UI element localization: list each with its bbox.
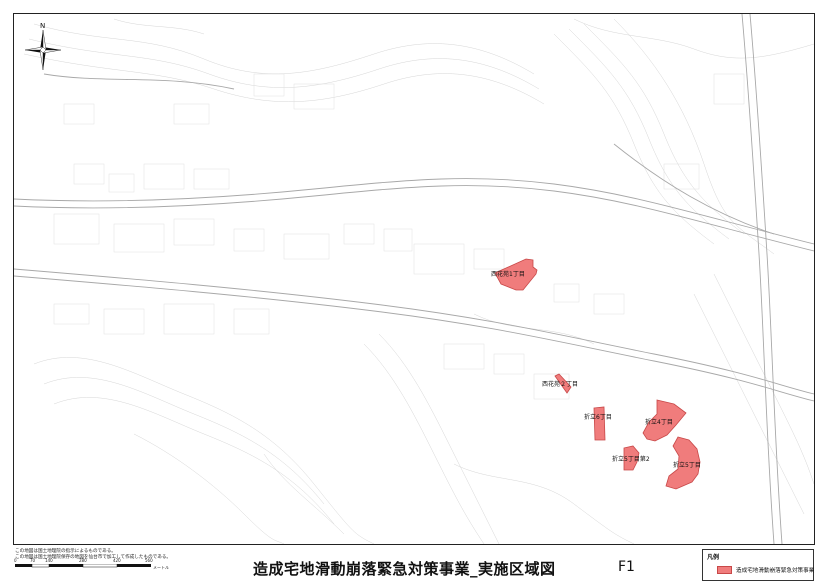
map-note: この地図は国土地理院の指示によるものである。 [15, 549, 116, 554]
scale-tick: 140 [45, 558, 53, 563]
map-footer: この地図は国土地理院の指示によるものである。 この地図は国土地理院保存の地図を仙… [13, 545, 815, 583]
scale-tick: 420 [113, 558, 121, 563]
legend-swatch [717, 566, 732, 574]
area-label: 折立5丁目第2 [612, 456, 650, 463]
scale-tick: 560 [145, 558, 153, 563]
area-label: 西花苑２丁目 [542, 381, 579, 388]
main-road [14, 268, 814, 395]
scale-tick: 70 [30, 558, 36, 563]
area-label: 折立4丁目 [645, 419, 673, 426]
legend: 凡例 造成宅地滑動崩落緊急対策事業 [702, 549, 814, 581]
map-frame: 西花苑1丁目 西花苑２丁目 折立6丁目 折立4丁目 折立5丁目第2 折立5丁目 … [13, 13, 815, 545]
area-label: 折立6丁目 [584, 414, 612, 421]
legend-item-label: 造成宅地滑動崩落緊急対策事業 [736, 568, 815, 574]
area-label: 西花苑1丁目 [491, 271, 525, 278]
compass-label: N [40, 22, 45, 30]
scale-tick: 0 [14, 558, 17, 563]
scale-unit: メートル [153, 565, 169, 570]
legend-title: 凡例 [707, 554, 720, 561]
area-oritate-6 [593, 406, 606, 441]
figure-number: F1 [618, 559, 635, 575]
contour-line [33, 23, 535, 75]
area-label: 折立5丁目 [673, 462, 701, 469]
scale-tick: 280 [79, 558, 87, 563]
north-arrow-icon: N [24, 22, 62, 70]
map-title: 造成宅地滑動崩落緊急対策事業_実施区域図 [253, 560, 556, 578]
